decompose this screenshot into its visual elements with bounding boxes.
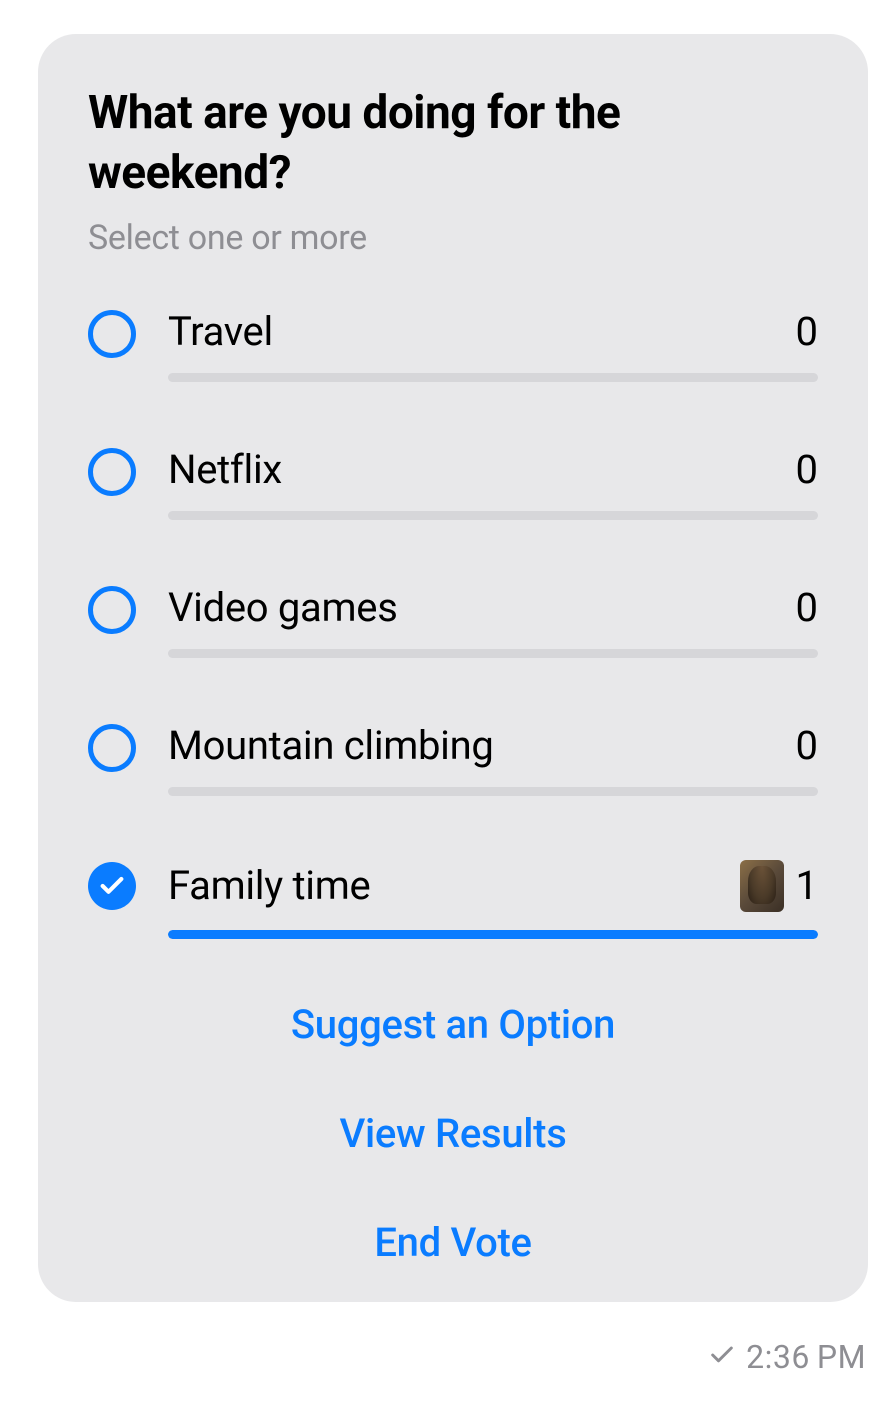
option-row: Video games 0 <box>168 584 818 631</box>
option-count: 0 <box>796 722 818 769</box>
radio-unchecked-icon[interactable] <box>88 586 136 634</box>
option-content: Netflix 0 <box>168 446 818 520</box>
option-content: Video games 0 <box>168 584 818 658</box>
option-row: Mountain climbing 0 <box>168 722 818 769</box>
radio-unchecked-icon[interactable] <box>88 448 136 496</box>
poll-subtitle: Select one or more <box>88 218 818 258</box>
option-count: 0 <box>796 584 818 631</box>
option-row: Netflix 0 <box>168 446 818 493</box>
option-content: Travel 0 <box>168 308 818 382</box>
option-right: 1 <box>740 860 818 912</box>
option-content: Family time 1 <box>168 860 818 939</box>
poll-question: What are you doing for the weekend? <box>88 84 818 204</box>
option-label: Family time <box>168 862 370 909</box>
option-count: 0 <box>796 446 818 493</box>
option-count: 0 <box>796 308 818 355</box>
voter-avatar <box>740 860 784 912</box>
sent-check-icon <box>708 1341 736 1373</box>
progress-fill <box>168 930 818 939</box>
end-vote-button[interactable]: End Vote <box>88 1219 818 1266</box>
poll-option[interactable]: Netflix 0 <box>88 446 818 520</box>
progress-bar <box>168 649 818 658</box>
poll-card: What are you doing for the weekend? Sele… <box>38 34 868 1302</box>
option-row: Travel 0 <box>168 308 818 355</box>
message-meta: 2:36 PM <box>708 1338 866 1376</box>
option-count: 1 <box>796 862 818 909</box>
radio-checked-icon[interactable] <box>88 862 136 910</box>
view-results-button[interactable]: View Results <box>88 1110 818 1157</box>
option-right: 0 <box>796 308 818 355</box>
timestamp: 2:36 PM <box>746 1338 866 1376</box>
poll-option[interactable]: Mountain climbing 0 <box>88 722 818 796</box>
poll-option[interactable]: Travel 0 <box>88 308 818 382</box>
radio-unchecked-icon[interactable] <box>88 724 136 772</box>
progress-bar <box>168 511 818 520</box>
suggest-option-button[interactable]: Suggest an Option <box>88 1001 818 1048</box>
poll-option[interactable]: Video games 0 <box>88 584 818 658</box>
progress-bar <box>168 787 818 796</box>
option-label: Netflix <box>168 446 282 493</box>
radio-unchecked-icon[interactable] <box>88 310 136 358</box>
option-content: Mountain climbing 0 <box>168 722 818 796</box>
option-label: Travel <box>168 308 273 355</box>
option-label: Video games <box>168 584 398 631</box>
option-right: 0 <box>796 584 818 631</box>
poll-actions: Suggest an Option View Results End Vote <box>88 1001 818 1266</box>
option-row: Family time 1 <box>168 860 818 912</box>
option-label: Mountain climbing <box>168 722 494 769</box>
option-right: 0 <box>796 722 818 769</box>
poll-options: Travel0Netflix0Video games0Mountain clim… <box>88 308 818 939</box>
progress-bar <box>168 373 818 382</box>
progress-bar <box>168 930 818 939</box>
poll-option[interactable]: Family time 1 <box>88 860 818 939</box>
option-right: 0 <box>796 446 818 493</box>
